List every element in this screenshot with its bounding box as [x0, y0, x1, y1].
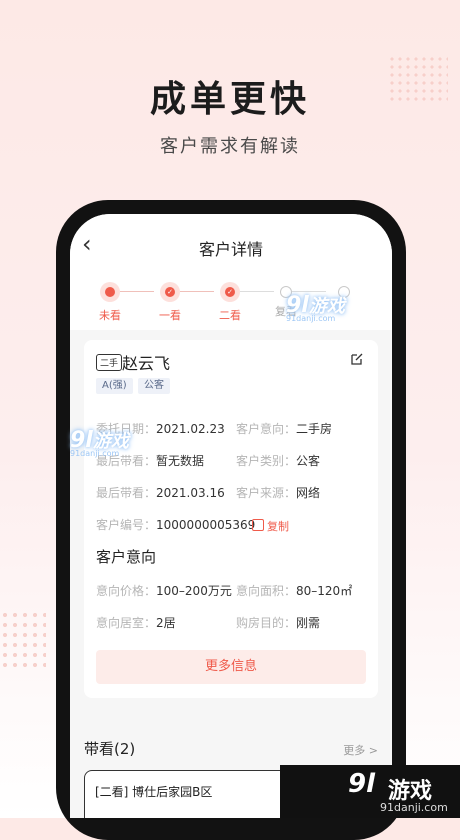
- field-label: 购房目的：: [236, 616, 297, 630]
- customer-name: 赵云飞: [122, 354, 171, 373]
- step-current-icon: [100, 282, 120, 302]
- field-label: 最后带看：: [96, 486, 157, 500]
- step-first-visit: ✓ 一看: [150, 282, 190, 323]
- field-label: 客户编号：: [96, 518, 157, 532]
- step-label: 未看: [99, 309, 121, 322]
- field-row: 意向价格：100–200万元: [96, 582, 232, 599]
- field-value: 暂无数据: [156, 454, 205, 468]
- intent-section-title: 客户意向: [96, 548, 157, 566]
- visits-more-link[interactable]: 更多 >: [343, 742, 378, 758]
- field-value: 公客: [296, 454, 321, 468]
- check-icon: ✓: [220, 282, 240, 302]
- watermark-number: 9l: [348, 769, 376, 799]
- hero-subtitle: 客户需求有解读: [160, 136, 300, 157]
- field-value: 100–200万元: [156, 584, 232, 598]
- step-label: 一看: [159, 309, 181, 322]
- field-row: 最后带看：2021.03.16: [96, 484, 225, 501]
- visit-property-name: [二看] 博仕后家园B区: [95, 785, 213, 799]
- field-row: 购房目的：刚需: [236, 614, 320, 631]
- field-value: 网络: [296, 486, 321, 500]
- field-row: 意向面积：80–120㎡: [236, 582, 352, 599]
- field-label: 意向价格：: [96, 584, 157, 598]
- level-badge: A(强): [96, 378, 133, 394]
- field-value: 2居: [156, 616, 176, 630]
- watermark-logo: 9l游戏 91danji.com: [70, 427, 129, 458]
- field-value: 刚需: [296, 616, 321, 630]
- step-second-visit: ✓ 二看: [210, 282, 250, 323]
- hero-title: 成单更快: [149, 79, 310, 120]
- copy-icon: [252, 519, 264, 531]
- field-label: 意向面积：: [236, 584, 297, 598]
- field-row: 意向居室：2居: [96, 614, 176, 631]
- customer-card: 二手 赵云飞 A(强) 公客 委托日期：2021.02.23 客户意向：二手房 …: [84, 340, 378, 698]
- watermark-banner: 9l 游戏 91danji.com: [280, 765, 460, 818]
- field-value: 80–120㎡: [296, 584, 353, 598]
- step-label: 二看: [219, 309, 241, 322]
- page-title: 客户详情: [198, 240, 263, 259]
- step-unseen: 未看: [90, 282, 130, 323]
- category-badge: 公客: [138, 378, 170, 394]
- field-row: 客户类别：公客: [236, 452, 320, 469]
- field-label: 客户来源：: [236, 486, 297, 500]
- more-info-button[interactable]: 更多信息: [96, 650, 366, 684]
- field-value: 2021.02.23: [156, 422, 225, 436]
- field-value: 二手房: [296, 422, 333, 436]
- nav-bar: ‹ 客户详情: [70, 214, 392, 276]
- field-label: 客户类别：: [236, 454, 297, 468]
- house-type-tag: 二手: [96, 354, 123, 371]
- field-row: 客户意向：二手房: [236, 420, 332, 437]
- edit-icon[interactable]: [350, 352, 364, 366]
- decor-dots-left: [0, 610, 46, 670]
- copy-button[interactable]: 复制: [252, 518, 289, 534]
- visits-section-title: 带看(2): [84, 740, 136, 758]
- customer-number: 1000000005369: [156, 518, 256, 532]
- field-value: 2021.03.16: [156, 486, 225, 500]
- field-row: 客户来源：网络: [236, 484, 320, 501]
- check-icon: ✓: [160, 282, 180, 302]
- field-label: 客户意向：: [236, 422, 297, 436]
- field-label: 意向居室：: [96, 616, 157, 630]
- copy-label: 复制: [267, 520, 289, 533]
- watermark-url: 91danji.com: [380, 801, 448, 814]
- customer-number-row: 客户编号：1000000005369: [96, 516, 255, 533]
- watermark-logo: 9l游戏 91danji.com: [286, 292, 345, 323]
